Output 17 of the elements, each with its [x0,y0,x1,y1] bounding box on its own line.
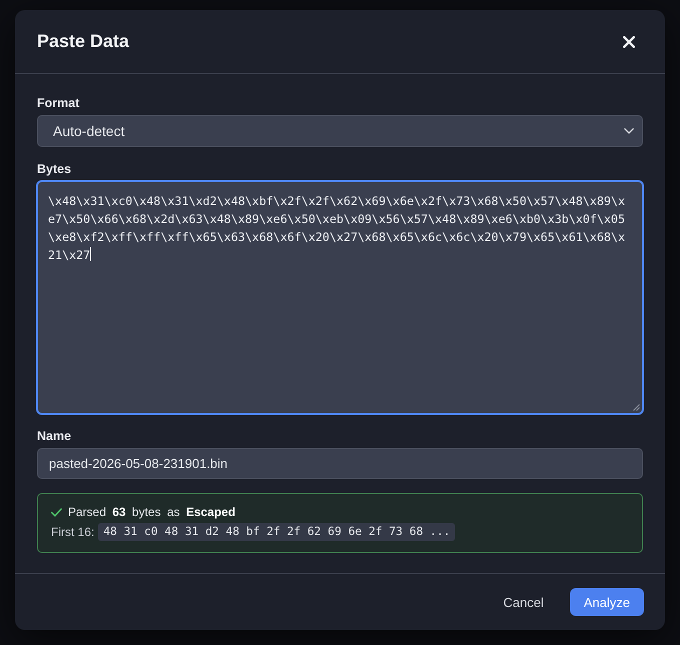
check-icon [51,508,62,516]
close-icon[interactable] [623,36,635,48]
bytes-label: Bytes [37,161,72,177]
bytes-field[interactable]: \x48\x31\xc0\x48\x31\xd2\x48\xbf\x2f\x2f\x62\x69\x6e\x2f\x73\x68\x50\x57\x48\x89\xe7\x50\x66\x68\x2d\x63\x48\x89\xe6\x50\xeb\x09\x56\x57\x48\x89\xe6\xb0\x3b\x0f\x05\xe8\xf2\xff\xff\xff\x65\x63\x68\x6f\x20\x27\x68\x65\x6c\x6c\x20\x79\x65\x61\x68\x21\x27 [37,181,643,414]
name-field[interactable]: pasted-2026-05-08-231901.bin [37,448,643,479]
parse-summary: Parsed 63 bytes as Escaped [68,505,236,519]
name-label: Name [37,428,72,444]
preview-label: First 16: [51,525,94,539]
format-select[interactable]: Auto-detect [37,115,643,147]
analyze-button[interactable]: Analyze [570,588,644,616]
format-label: Format [37,95,80,111]
hex-preview: 48 31 c0 48 31 d2 48 bf 2f 2f 62 69 6e 2f 73 68 ... [98,523,456,541]
chevron-down-icon [624,128,634,134]
cancel-button[interactable]: Cancel [489,588,558,616]
resize-handle-icon[interactable] [633,404,640,411]
text-caret-icon [90,247,92,261]
dialog-title: Paste Data [37,31,130,52]
